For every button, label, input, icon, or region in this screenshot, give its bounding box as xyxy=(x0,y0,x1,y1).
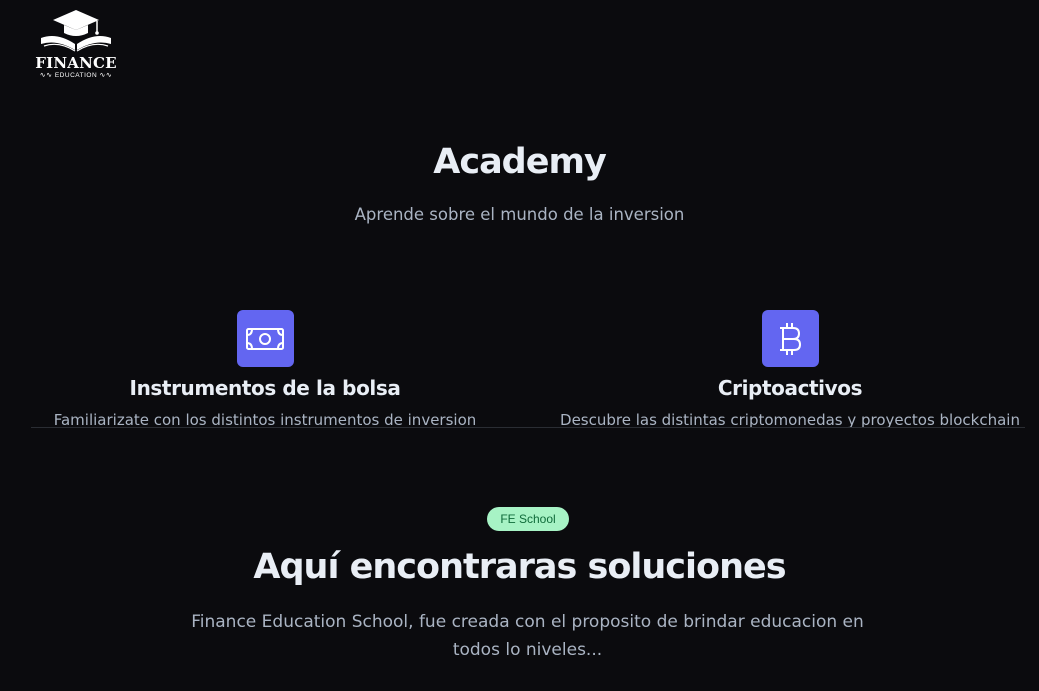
section-divider xyxy=(31,427,1025,428)
fe-school-badge: FE School xyxy=(487,507,569,531)
logo-swirl-right: ∿∿ xyxy=(99,72,113,79)
logo-swirl-left: ∿∿ xyxy=(39,72,53,79)
logo-wordmark: FINANCE xyxy=(35,54,117,72)
feature-title: Criptoactivos xyxy=(717,376,863,400)
feature-crypto-assets: Criptoactivos Descubre las distintas cri… xyxy=(545,310,1035,430)
logo-tagline: EDUCATION xyxy=(54,72,98,79)
solutions-title: Aquí encontraras soluciones xyxy=(253,547,786,587)
feature-title: Instrumentos de la bolsa xyxy=(129,376,401,400)
bitcoin-icon xyxy=(761,310,819,367)
banknote-icon xyxy=(236,310,294,367)
feature-stock-instruments: Instrumentos de la bolsa Familiarizate c… xyxy=(30,310,500,430)
finance-education-logo[interactable]: FINANCE ∿∿ EDUCATION ∿∿ xyxy=(34,8,118,90)
academy-title: Academy xyxy=(433,142,607,182)
graduation-cap-book-icon xyxy=(41,10,111,52)
solutions-subtitle: Finance Education School, fue creada con… xyxy=(191,612,864,660)
academy-subtitle: Aprende sobre el mundo de la inversion xyxy=(354,205,685,224)
logo-tagline-row: ∿∿ EDUCATION ∿∿ xyxy=(34,71,118,80)
page: FINANCE ∿∿ EDUCATION ∿∿ Academy Aprende … xyxy=(0,0,1039,691)
